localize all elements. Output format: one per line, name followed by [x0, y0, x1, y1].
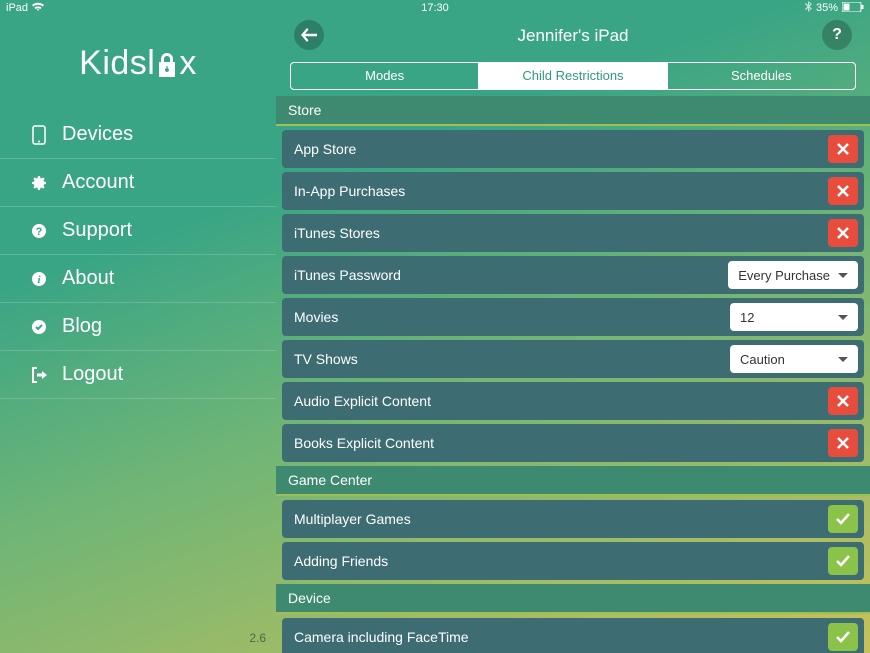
restriction-row: TV Shows Caution: [282, 340, 864, 378]
restriction-row: Multiplayer Games: [282, 500, 864, 538]
clock: 17:30: [421, 2, 449, 14]
logo-text-pre: Kidsl: [79, 44, 155, 83]
svg-text:?: ?: [36, 226, 43, 238]
battery-icon: [842, 2, 864, 15]
restriction-label: App Store: [294, 141, 356, 157]
restriction-label: Audio Explicit Content: [294, 393, 431, 409]
block-toggle[interactable]: [828, 177, 858, 205]
select-value: Every Purchase: [738, 268, 830, 283]
sidebar-item-label: About: [62, 267, 114, 290]
sidebar-item-about[interactable]: i About: [0, 255, 276, 303]
restriction-row: Audio Explicit Content: [282, 382, 864, 420]
tab-modes[interactable]: Modes: [291, 63, 478, 89]
sidebar-item-devices[interactable]: Devices: [0, 111, 276, 159]
restriction-row: Books Explicit Content: [282, 424, 864, 462]
restriction-row: iTunes Stores: [282, 214, 864, 252]
select-itunes-password[interactable]: Every Purchase: [728, 261, 858, 289]
battery-percent: 35%: [816, 2, 838, 14]
sidebar-item-label: Support: [62, 219, 132, 242]
tab-bar: ModesChild RestrictionsSchedules: [290, 62, 856, 90]
page-title: Jennifer's iPad: [518, 26, 629, 46]
restriction-row: Adding Friends: [282, 542, 864, 580]
restriction-label: iTunes Stores: [294, 225, 380, 241]
section-header: Store: [276, 96, 870, 126]
check-circle-icon: [30, 319, 48, 335]
close-icon: [837, 395, 849, 407]
block-toggle[interactable]: [828, 135, 858, 163]
device-icon: [30, 125, 48, 145]
allow-toggle[interactable]: [828, 547, 858, 575]
restriction-label: Books Explicit Content: [294, 435, 434, 451]
restriction-row: iTunes Password Every Purchase: [282, 256, 864, 294]
sidebar-item-label: Logout: [62, 363, 123, 386]
section-header: Device: [276, 584, 870, 614]
lock-icon: [156, 44, 178, 83]
allow-toggle[interactable]: [828, 623, 858, 651]
help-button[interactable]: ?: [822, 20, 852, 50]
main-panel: Jennifer's iPad ? ModesChild Restriction…: [276, 16, 870, 653]
sidebar: Kidsl x Devices Account? Support i About Blog…: [0, 16, 276, 653]
back-button[interactable]: [294, 20, 324, 50]
restriction-label: TV Shows: [294, 351, 358, 367]
sidebar-item-support[interactable]: ? Support: [0, 207, 276, 255]
allow-toggle[interactable]: [828, 505, 858, 533]
tab-child-restrictions[interactable]: Child Restrictions: [478, 63, 666, 89]
status-bar: iPad 17:30 35%: [0, 0, 870, 16]
select-value: 12: [740, 310, 754, 325]
logo-text-post: x: [179, 44, 197, 83]
sidebar-item-label: Blog: [62, 315, 102, 338]
check-icon: [836, 631, 850, 643]
app-logo: Kidsl x: [0, 44, 276, 83]
check-icon: [836, 513, 850, 525]
bluetooth-icon: [805, 1, 812, 15]
restriction-label: Multiplayer Games: [294, 511, 411, 527]
sidebar-item-account[interactable]: Account: [0, 159, 276, 207]
restriction-row: In-App Purchases: [282, 172, 864, 210]
version-label: 2.6: [249, 631, 266, 645]
sidebar-item-label: Account: [62, 171, 134, 194]
restriction-label: Adding Friends: [294, 553, 388, 569]
tab-schedules[interactable]: Schedules: [667, 63, 855, 89]
device-label: iPad: [6, 2, 28, 14]
question-icon: ?: [30, 223, 48, 239]
close-icon: [837, 437, 849, 449]
restriction-row: Camera including FaceTime: [282, 618, 864, 653]
restriction-row: Movies 12: [282, 298, 864, 336]
restriction-label: iTunes Password: [294, 267, 401, 283]
block-toggle[interactable]: [828, 219, 858, 247]
block-toggle[interactable]: [828, 429, 858, 457]
restrictions-list: Store App Store In-App Purchases iTunes Sto…: [276, 96, 870, 653]
check-icon: [836, 555, 850, 567]
block-toggle[interactable]: [828, 387, 858, 415]
close-icon: [837, 227, 849, 239]
select-tv-shows[interactable]: Caution: [730, 345, 858, 373]
select-value: Caution: [740, 352, 785, 367]
sidebar-item-label: Devices: [62, 123, 133, 146]
restriction-label: In-App Purchases: [294, 183, 405, 199]
wifi-icon: [32, 2, 44, 15]
header: Jennifer's iPad ?: [276, 16, 870, 56]
restriction-label: Movies: [294, 309, 338, 325]
gear-icon: [30, 175, 48, 191]
sidebar-item-blog[interactable]: Blog: [0, 303, 276, 351]
close-icon: [837, 143, 849, 155]
sidebar-item-logout[interactable]: Logout: [0, 351, 276, 399]
info-icon: i: [30, 271, 48, 287]
restriction-row: App Store: [282, 130, 864, 168]
section-header: Game Center: [276, 466, 870, 496]
close-icon: [837, 185, 849, 197]
logout-icon: [30, 367, 48, 383]
restriction-label: Camera including FaceTime: [294, 629, 469, 645]
select-movies[interactable]: 12: [730, 303, 858, 331]
